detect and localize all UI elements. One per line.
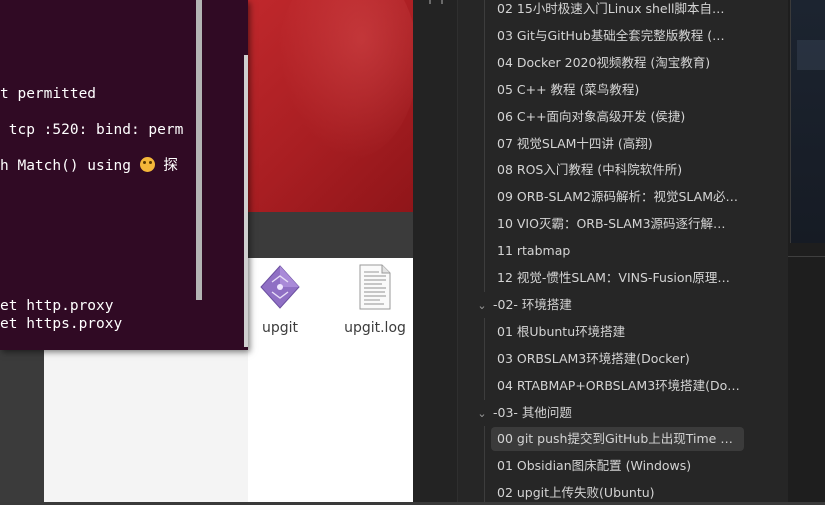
window-scrollbar[interactable] [244,55,248,347]
tree-folder[interactable]: ⌄ -02- 环境搭建 [475,293,572,317]
gutter-mark [441,0,443,4]
tree-file[interactable]: 09 ORB-SLAM2源码解析：视觉SLAM必… [491,185,746,209]
tree-indent-guide [484,426,485,502]
tree-file[interactable]: 04 Docker 2020视频教程 (淘宝教育) [491,51,746,75]
tree-file[interactable]: 08 ROS入门教程 (中科院软件所) [491,158,746,182]
file-upgit[interactable]: upgit [240,264,320,336]
divider [788,256,825,257]
right-panel [788,0,825,502]
desktop-wallpaper [248,0,418,212]
window-titlebar-strip [248,212,413,258]
file-upgit-log[interactable]: upgit.log [335,264,415,336]
terminal-window[interactable]: t permitted tcp :520: bind: perm h Match… [0,0,248,350]
terminal-line: et https.proxy [0,316,123,332]
tree-file[interactable]: 07 视觉SLAM十四讲 (高翔) [491,132,746,156]
tree-file[interactable]: 02 15小时极速入门Linux shell脚本自… [491,0,746,21]
terminal-line: h Match() using 探 [0,157,178,175]
tree-indent-guide [484,318,485,400]
file-label: upgit [261,320,299,336]
chevron-down-icon[interactable]: ⌄ [475,402,489,426]
tree-file[interactable]: 05 C++ 教程 (菜鸟教程) [491,78,746,102]
file-manager-sidebar [44,350,248,502]
terminal-line: tcp :520: bind: perm [0,122,184,138]
tree-indent-guide [484,0,485,292]
desktop-edge [0,350,44,502]
explorer-gutter [413,0,458,502]
file-label: upgit.log [344,320,406,336]
folder-label: -02- 环境搭建 [493,297,572,312]
tree-file[interactable]: 11 rtabmap [491,239,746,263]
folder-label: -03- 其他问题 [493,405,572,420]
terminal-scrollbar[interactable] [196,0,202,300]
tree-file[interactable]: 10 VIO灭霸：ORB-SLAM3源码逐行解… [491,212,746,236]
chevron-down-icon[interactable]: ⌄ [475,294,489,318]
tree-file[interactable]: 06 C++面向对象高级开发 (侯捷) [491,105,746,129]
preview-pane [790,0,825,243]
gutter-mark [429,0,431,4]
obsidian-file-explorer: 02 15小时极速入门Linux shell脚本自… 03 Git与GitHub基… [413,0,788,502]
tree-file[interactable]: 01 根Ubuntu环境搭建 [491,320,746,344]
tree-file[interactable]: 03 ORBSLAM3环境搭建(Docker) [491,347,746,371]
tree-file[interactable]: 03 Git与GitHub基础全套完整版教程 (… [491,24,746,48]
terminal-line: t permitted [0,86,97,102]
terminal-text: 探 [163,158,178,174]
executable-diamond-icon [260,265,300,309]
tree-file[interactable]: 01 Obsidian图床配置 (Windows) [491,454,746,478]
tree-file[interactable]: 12 视觉-惯性SLAM：VINS-Fusion原理… [491,266,746,290]
text-file-icon [359,264,391,310]
tree-folder[interactable]: ⌄ -03- 其他问题 [475,401,572,425]
tree-file[interactable]: 02 upgit上传失败(Ubuntu) [491,481,746,505]
tree-file-active[interactable]: 00 git push提交到GitHub上出现Time … [491,427,744,451]
terminal-text: h Match() using [0,158,140,174]
cat-emoji-icon [139,157,155,172]
terminal-line: et http.proxy [0,298,114,314]
tree-file[interactable]: 04 RTABMAP+ORBSLAM3环境搭建(Do… [491,374,746,398]
